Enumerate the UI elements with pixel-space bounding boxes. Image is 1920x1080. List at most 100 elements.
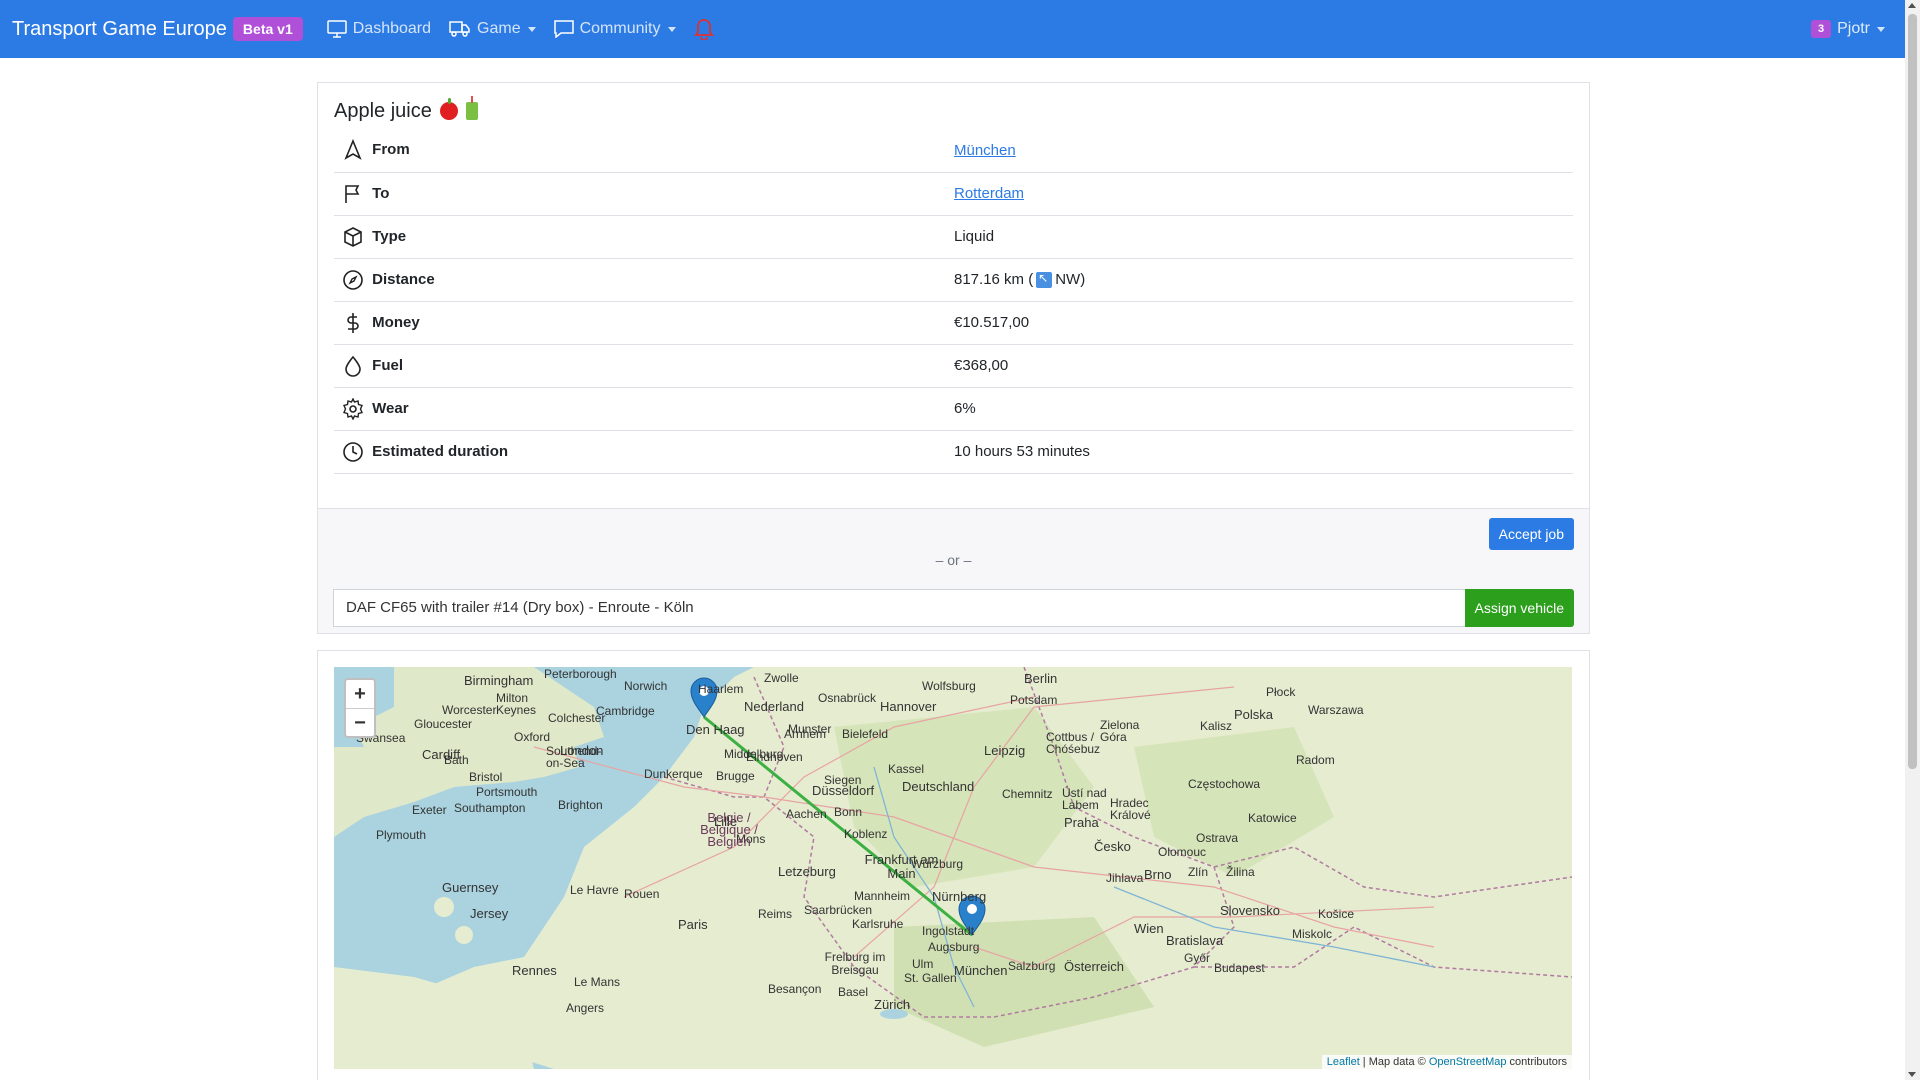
- map-city-label: Eindhoven: [746, 750, 803, 764]
- scroll-down-icon[interactable]: [1908, 1072, 1916, 1077]
- map-city-label: Koblenz: [844, 827, 888, 841]
- map-city-label: Dunkerque: [644, 767, 703, 781]
- map-city-label: Exeter: [412, 803, 447, 817]
- chevron-down-icon: [667, 26, 676, 32]
- map-city-label: Haarlem: [698, 682, 744, 696]
- droplet-icon: [345, 355, 361, 377]
- map-city-label: Southampton: [454, 801, 526, 815]
- job-details-table: From München To Rotterdam Type Liquid Di…: [334, 129, 1573, 474]
- zoom-out-button[interactable]: −: [346, 708, 374, 736]
- clock-icon: [343, 441, 363, 462]
- map-city-label: Zürich: [874, 997, 911, 1012]
- attribution-end: contributors: [1506, 1056, 1567, 1068]
- table-row: From München: [334, 129, 1573, 173]
- map-city-label: Leipzig: [984, 743, 1026, 758]
- from-label: From: [372, 141, 410, 159]
- accept-job-button[interactable]: Accept job: [1488, 518, 1574, 550]
- leaflet-link[interactable]: Leaflet: [1327, 1056, 1360, 1068]
- map-country-label: Česko: [1094, 839, 1131, 854]
- route-map[interactable]: Birmingham Peterborough Norwich Cambridg…: [334, 667, 1572, 1069]
- map-zoom-control: + −: [344, 678, 376, 738]
- map-city-label: Le Mans: [574, 975, 621, 989]
- map-city-label: Zwolle: [764, 671, 799, 685]
- map-city-label: Ingolstadt: [922, 924, 975, 938]
- chevron-down-icon: [527, 26, 536, 32]
- zoom-in-button[interactable]: +: [346, 680, 374, 708]
- map-city-label: Budapest: [1214, 961, 1265, 975]
- map-country-label: Österreich: [1064, 959, 1124, 974]
- map-country-label: Polska: [1234, 707, 1274, 722]
- juice-box-icon: [465, 96, 478, 120]
- map-city-label: Zlín: [1188, 865, 1209, 879]
- page-scrollbar[interactable]: [1905, 0, 1920, 1080]
- duration-label: Estimated duration: [372, 442, 509, 460]
- map-city-label: Ulm: [912, 957, 934, 971]
- map-city-label: Den Haag: [686, 722, 745, 737]
- map-city-label: Siegen: [824, 773, 862, 787]
- map-city-label: Birmingham: [464, 673, 534, 688]
- table-row: Distance 817.16 km (NW): [334, 258, 1573, 302]
- map-city-label: Miskolc: [1292, 927, 1333, 941]
- map-city-label: Cottbus / Chóśebuz: [1046, 730, 1101, 756]
- nav-game[interactable]: Game: [449, 20, 536, 38]
- map-city-label: Salzburg: [1008, 959, 1056, 973]
- compass-icon: [343, 269, 363, 290]
- truck-icon: [449, 21, 470, 37]
- user-menu[interactable]: 3 Pjotr: [1810, 20, 1885, 38]
- map-city-label: Ústí nad Labem: [1062, 786, 1107, 812]
- map-city-label: Munster: [788, 722, 832, 736]
- to-city-link[interactable]: Rotterdam: [954, 185, 1024, 202]
- scroll-up-icon[interactable]: [1908, 3, 1916, 8]
- map-city-label: Portsmouth: [476, 785, 538, 799]
- map-city-label: Warszawa: [1308, 703, 1364, 717]
- type-value: Liquid: [948, 215, 1573, 259]
- map-city-label: Wolfsburg: [922, 679, 976, 693]
- openstreetmap-link[interactable]: OpenStreetMap: [1429, 1056, 1507, 1068]
- map-card: Birmingham Peterborough Norwich Cambridg…: [317, 650, 1590, 1080]
- map-city-label: Basel: [838, 985, 869, 999]
- monitor-icon: [326, 20, 347, 38]
- map-city-label: Mannheim: [854, 889, 911, 903]
- map-country-label: Belgie / Belgique / Belgien: [700, 810, 758, 849]
- from-city-link[interactable]: München: [954, 142, 1016, 159]
- table-row: Fuel €368,00: [334, 344, 1573, 388]
- map-city-label: Bristol: [469, 770, 503, 784]
- map-city-label: Saarbrücken: [804, 903, 873, 917]
- gear-icon: [343, 397, 363, 420]
- map-city-label: Zielona Góra: [1100, 718, 1140, 744]
- arrow-northwest-icon: [1036, 271, 1053, 289]
- map-city-label: Paris: [678, 917, 708, 932]
- vehicle-select[interactable]: DAF CF65 with trailer #14 (Dry box) - En…: [333, 589, 1470, 627]
- job-card-footer: Accept job – or – DAF CF65 with trailer …: [318, 508, 1589, 633]
- user-name: Pjotr: [1837, 20, 1870, 37]
- assign-vehicle-button[interactable]: Assign vehicle: [1464, 589, 1574, 627]
- map-city-label: Košice: [1318, 907, 1355, 921]
- map-city-label: Colchester: [548, 711, 606, 725]
- distance-label: Distance: [372, 270, 435, 288]
- map-city-label: Olomouc: [1158, 845, 1207, 859]
- map-city-label: Guernsey: [442, 880, 499, 895]
- map-city-label: Letzeburg: [778, 864, 836, 879]
- map-city-label: Bielefeld: [842, 727, 889, 741]
- bell-icon: [693, 19, 714, 40]
- map-city-label: Jersey: [470, 906, 509, 921]
- brand[interactable]: Transport Game Europe Beta v1: [12, 17, 303, 41]
- distance-value: 817.16 km (: [954, 270, 1034, 288]
- scroll-thumb[interactable]: [1908, 14, 1917, 769]
- job-title: Apple juice: [334, 96, 1573, 125]
- map-city-label: Rennes: [512, 963, 557, 978]
- map-city-label: Rouen: [624, 887, 660, 901]
- map-city-label: Katowice: [1248, 811, 1297, 825]
- dollar-icon: [347, 312, 359, 333]
- fuel-label: Fuel: [372, 356, 404, 374]
- map-city-label: Nederland: [744, 699, 804, 714]
- map-city-label: Freiburg im Breisgau: [824, 950, 886, 977]
- notifications-button[interactable]: [693, 18, 720, 40]
- wear-value: 6%: [948, 387, 1573, 431]
- nav-dashboard[interactable]: Dashboard: [326, 20, 431, 38]
- map-city-label: Augsburg: [928, 940, 980, 954]
- nav-community[interactable]: Community: [553, 20, 676, 38]
- top-navbar: Transport Game Europe Beta v1 Dashboard …: [0, 0, 1905, 58]
- map-city-label: Karlsruhe: [852, 917, 904, 931]
- money-label: Money: [372, 313, 420, 331]
